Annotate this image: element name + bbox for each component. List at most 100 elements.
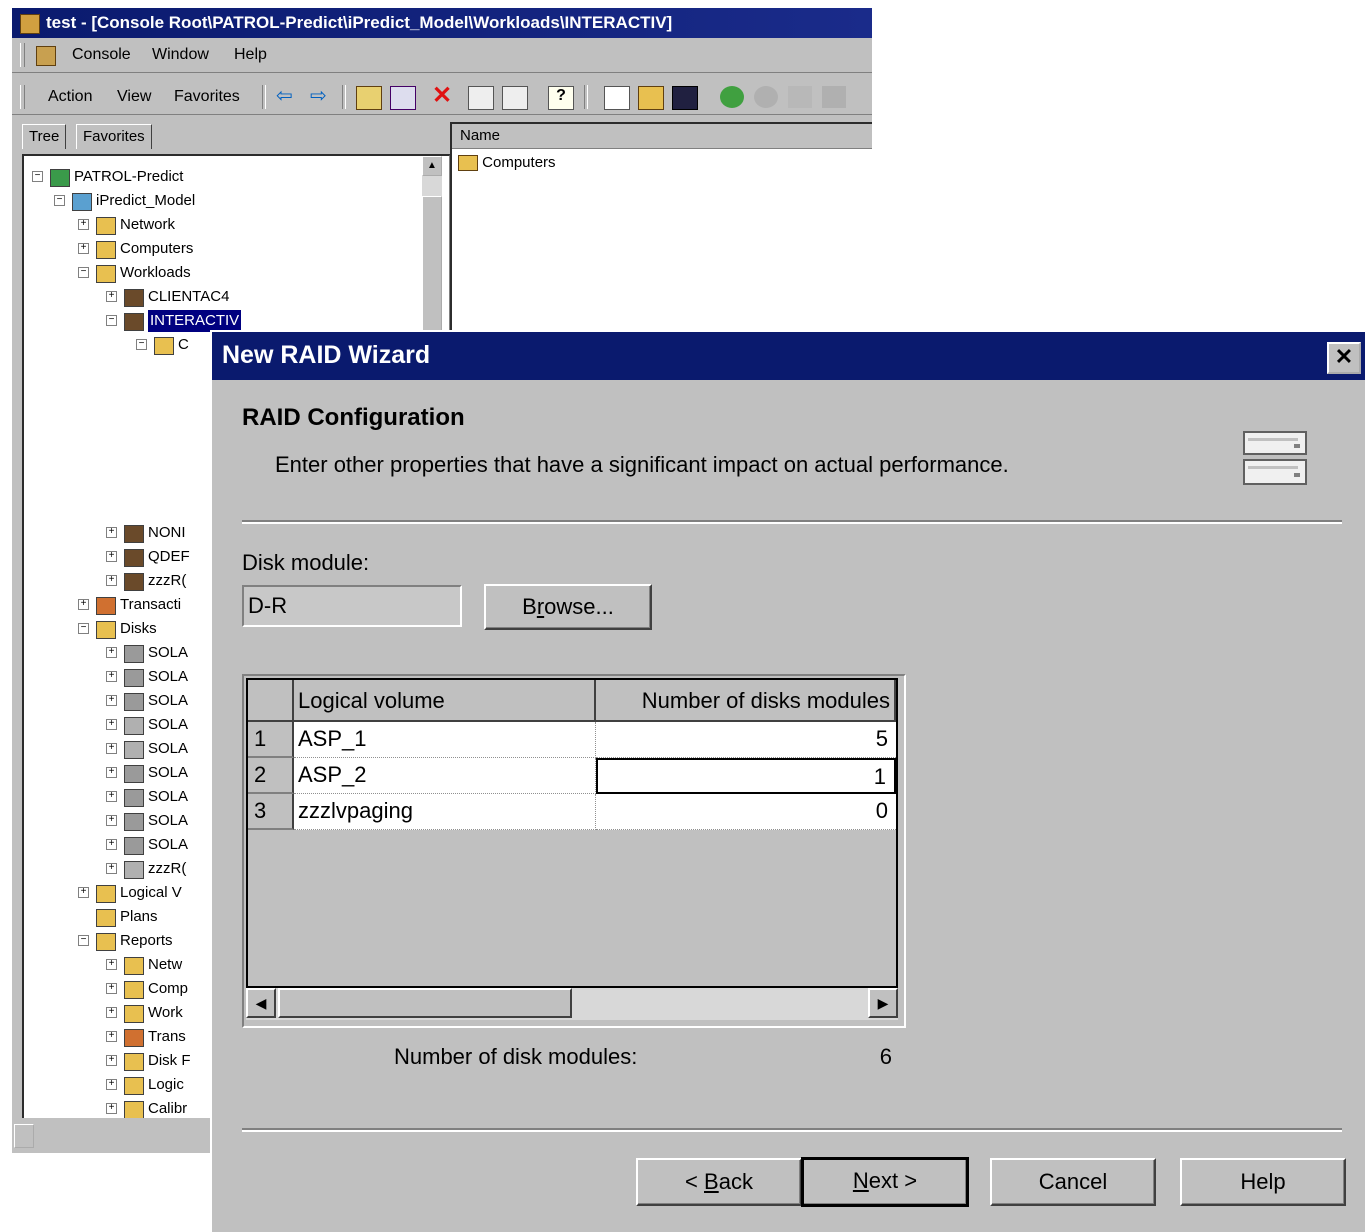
collapse-icon[interactable]: −: [32, 171, 43, 182]
next-button[interactable]: Next >: [801, 1157, 969, 1207]
delete-icon[interactable]: ✕: [432, 84, 456, 108]
expand-icon[interactable]: +: [106, 1031, 117, 1042]
disk-icon: [124, 837, 144, 855]
export-list-icon[interactable]: [502, 86, 528, 110]
toolbar-separator: [262, 85, 266, 109]
collapse-icon[interactable]: −: [136, 339, 147, 350]
tree-node-label: Calibr: [148, 1100, 188, 1117]
expand-icon[interactable]: +: [106, 671, 117, 682]
disk-icon: [124, 645, 144, 663]
expand-icon[interactable]: +: [106, 791, 117, 802]
result-list-header[interactable]: Name: [452, 124, 872, 149]
expand-icon[interactable]: +: [106, 1079, 117, 1090]
column-header-name[interactable]: Name: [460, 127, 500, 144]
tab-favorites[interactable]: Favorites: [76, 124, 152, 149]
console-action-toolbar: Action View Favorites ⇦ ⇨ ✕ ?: [12, 80, 872, 115]
expand-icon[interactable]: +: [106, 695, 117, 706]
grid-horizontal-scrollbar[interactable]: ◀ ▶: [246, 988, 898, 1020]
menu-window[interactable]: Window: [152, 46, 209, 64]
expand-icon[interactable]: +: [106, 1103, 117, 1114]
collapse-icon[interactable]: −: [78, 623, 89, 634]
expand-icon[interactable]: +: [78, 243, 89, 254]
help-button[interactable]: Help: [1180, 1158, 1346, 1206]
raid-volume-grid: Logical volume Number of disks modules 1…: [242, 674, 906, 1028]
expand-icon[interactable]: +: [106, 863, 117, 874]
expand-icon[interactable]: +: [106, 575, 117, 586]
expand-icon[interactable]: +: [106, 839, 117, 850]
expand-icon[interactable]: +: [106, 1055, 117, 1066]
row-header[interactable]: 3: [248, 794, 294, 830]
column-header-disk-count[interactable]: Number of disks modules: [596, 680, 896, 722]
connect-icon[interactable]: [754, 86, 778, 108]
expand-icon[interactable]: +: [78, 887, 89, 898]
scroll-thumb[interactable]: [278, 988, 572, 1018]
logical-volume-cell[interactable]: ASP_2: [294, 758, 596, 794]
logical-volume-cell[interactable]: zzzlvpaging: [294, 794, 596, 830]
folder-workloads-icon: [96, 265, 116, 283]
menu-favorites[interactable]: Favorites: [174, 88, 240, 106]
row-header[interactable]: 2: [248, 758, 294, 794]
collapse-icon[interactable]: −: [106, 315, 117, 326]
back-arrow-icon[interactable]: ⇦: [276, 86, 300, 108]
horizontal-scroll-left[interactable]: [14, 1124, 34, 1148]
disk-count-cell[interactable]: 5: [596, 722, 896, 758]
scroll-right-icon[interactable]: ▶: [868, 988, 898, 1018]
cancel-button[interactable]: Cancel: [990, 1158, 1156, 1206]
run-icon[interactable]: [720, 86, 744, 108]
open-folder-icon[interactable]: [638, 86, 664, 110]
help-icon[interactable]: ?: [548, 86, 574, 110]
menu-console[interactable]: Console: [72, 46, 131, 64]
expand-icon[interactable]: +: [78, 219, 89, 230]
properties-icon[interactable]: [468, 86, 494, 110]
expand-icon[interactable]: +: [106, 767, 117, 778]
expand-icon[interactable]: +: [78, 599, 89, 610]
scroll-up-icon[interactable]: ▲: [422, 156, 442, 176]
collapse-icon[interactable]: −: [78, 267, 89, 278]
tree-node-label: SOLA: [148, 812, 189, 829]
browse-button[interactable]: Browse...: [484, 584, 652, 630]
up-folder-icon[interactable]: [356, 86, 382, 110]
show-tree-icon[interactable]: [390, 86, 416, 110]
expand-icon[interactable]: +: [106, 527, 117, 538]
back-button[interactable]: < Back: [636, 1158, 802, 1206]
list-item[interactable]: Computers: [458, 154, 556, 172]
save-icon[interactable]: [672, 86, 698, 110]
scroll-left-icon[interactable]: ◀: [246, 988, 276, 1018]
disk-module-field[interactable]: [242, 585, 462, 627]
toolbar-separator: [342, 85, 346, 109]
expand-icon[interactable]: +: [106, 1007, 117, 1018]
expand-icon[interactable]: +: [106, 743, 117, 754]
expand-icon[interactable]: +: [106, 719, 117, 730]
menu-view[interactable]: View: [117, 88, 151, 106]
column-header-logical-volume[interactable]: Logical volume: [294, 680, 596, 722]
menu-action[interactable]: Action: [48, 88, 92, 106]
expand-icon[interactable]: +: [106, 291, 117, 302]
close-button[interactable]: ✕: [1327, 342, 1361, 374]
forward-arrow-icon[interactable]: ⇨: [310, 86, 334, 108]
folder-workloads-icon: [124, 1005, 144, 1023]
disk-count-cell-focused[interactable]: 1: [596, 758, 896, 794]
print-icon[interactable]: [822, 86, 846, 108]
expand-icon[interactable]: +: [106, 647, 117, 658]
disk-count-cell[interactable]: 0: [596, 794, 896, 830]
tools-icon[interactable]: [788, 86, 812, 108]
tree-node-label: SOLA: [148, 740, 189, 757]
row-header[interactable]: 1: [248, 722, 294, 758]
logical-volume-cell[interactable]: ASP_1: [294, 722, 596, 758]
collapse-icon[interactable]: −: [54, 195, 65, 206]
tree-node-label: Plans: [120, 908, 158, 925]
folder-network-icon: [96, 217, 116, 235]
folder-transactions-icon: [124, 1029, 144, 1047]
expand-icon[interactable]: +: [106, 983, 117, 994]
back-label: < Back: [685, 1169, 753, 1194]
new-document-icon[interactable]: [604, 86, 630, 110]
tree-node-label: iPredict_Model: [96, 192, 196, 209]
console-app-icon: [20, 14, 40, 34]
expand-icon[interactable]: +: [106, 959, 117, 970]
menu-help[interactable]: Help: [234, 46, 267, 64]
expand-icon[interactable]: +: [106, 815, 117, 826]
tab-tree[interactable]: Tree: [22, 124, 67, 149]
collapse-icon[interactable]: −: [78, 935, 89, 946]
expand-icon[interactable]: +: [106, 551, 117, 562]
browse-label: Browse...: [522, 594, 614, 619]
